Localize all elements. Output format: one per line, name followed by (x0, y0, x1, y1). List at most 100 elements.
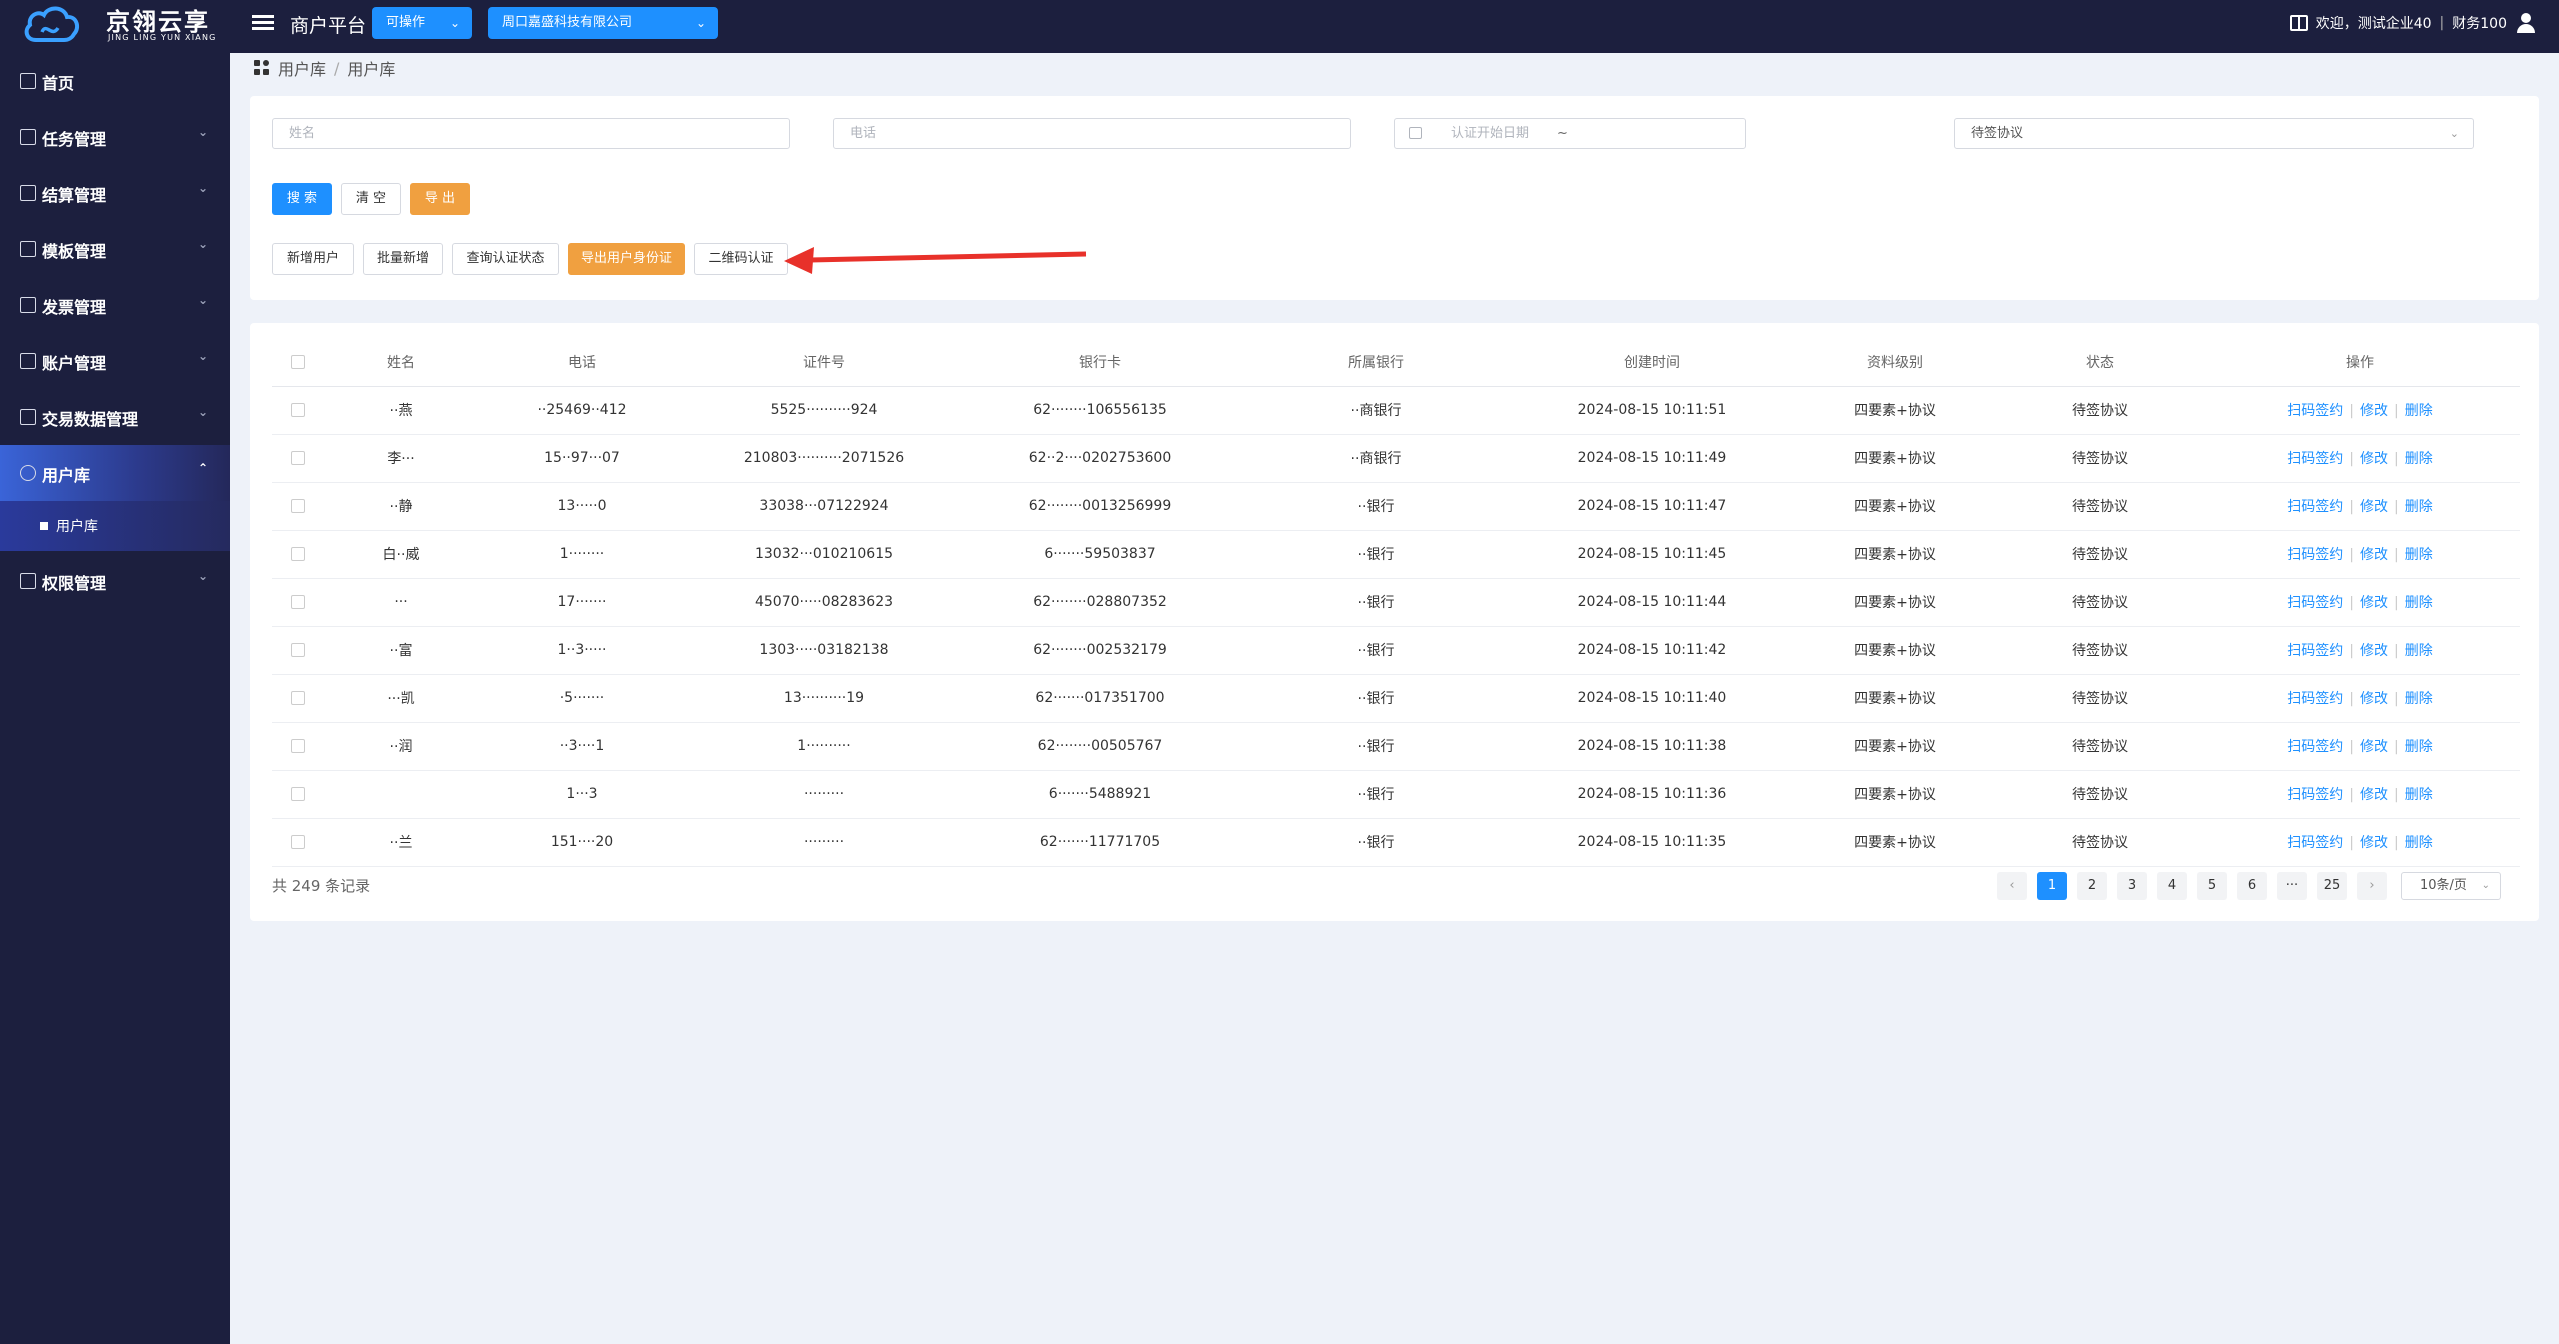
scan-sign-link[interactable]: 扫码签约 (2287, 691, 2343, 707)
delete-link[interactable]: 删除 (2405, 451, 2433, 467)
row-select-cell[interactable] (272, 530, 324, 579)
row-checkbox[interactable] (291, 403, 305, 417)
export-button[interactable]: 导 出 (410, 183, 470, 215)
edit-link[interactable]: 修改 (2360, 451, 2388, 467)
scan-sign-link[interactable]: 扫码签约 (2287, 547, 2343, 563)
row-checkbox[interactable] (291, 739, 305, 753)
name-cell: ···凯 (324, 674, 478, 723)
status-select[interactable]: 待签协议 ⌄ (1954, 118, 2474, 149)
sidebar-item-permissions[interactable]: 权限管理 ⌄ (0, 553, 230, 609)
name-cell: ··润 (324, 722, 478, 771)
row-checkbox[interactable] (291, 787, 305, 801)
company-select[interactable]: 周口嘉盛科技有限公司 ⌄ (488, 7, 718, 39)
prev-page-button[interactable]: ‹ (1997, 872, 2027, 900)
sidebar-item-settlement[interactable]: 结算管理 ⌄ (0, 165, 230, 221)
delete-link[interactable]: 删除 (2405, 691, 2433, 707)
clear-button[interactable]: 清 空 (341, 183, 401, 215)
page-button[interactable]: 4 (2157, 872, 2187, 900)
breadcrumb-item[interactable]: 用户库 (278, 56, 326, 80)
action-separator: | (2394, 547, 2399, 563)
query-auth-status-button[interactable]: 查询认证状态 (452, 243, 559, 275)
user-table: 姓名 电话 证件号 银行卡 所属银行 创建时间 资料级别 状态 操作 ··燕 ··… (272, 339, 2520, 867)
search-button[interactable]: 搜 索 (272, 183, 332, 215)
edit-link[interactable]: 修改 (2360, 835, 2388, 851)
row-select-cell[interactable] (272, 626, 324, 675)
row-checkbox[interactable] (291, 643, 305, 657)
table-row: ···凯 ·5······· 13··········19 62·······0173… (272, 674, 2520, 723)
delete-link[interactable]: 删除 (2405, 739, 2433, 755)
page-button[interactable]: 6 (2237, 872, 2267, 900)
delete-link[interactable]: 删除 (2405, 787, 2433, 803)
row-checkbox[interactable] (291, 547, 305, 561)
delete-link[interactable]: 删除 (2405, 835, 2433, 851)
phone-input[interactable]: 电话 (833, 118, 1351, 149)
sidebar-subitem-user-library[interactable]: 用户库 (0, 501, 230, 551)
name-input[interactable]: 姓名 (272, 118, 790, 149)
sidebar-item-templates[interactable]: 模板管理 ⌄ (0, 221, 230, 277)
edit-link[interactable]: 修改 (2360, 787, 2388, 803)
row-checkbox[interactable] (291, 451, 305, 465)
add-user-button[interactable]: 新增用户 (272, 243, 354, 275)
edit-link[interactable]: 修改 (2360, 643, 2388, 659)
scan-sign-link[interactable]: 扫码签约 (2287, 595, 2343, 611)
row-select-cell[interactable] (272, 578, 324, 627)
delete-link[interactable]: 删除 (2405, 595, 2433, 611)
page-ellipsis[interactable]: ··· (2277, 872, 2307, 900)
annotation-arrow-icon (784, 247, 1087, 274)
edit-link[interactable]: 修改 (2360, 595, 2388, 611)
edit-link[interactable]: 修改 (2360, 739, 2388, 755)
row-select-cell[interactable] (272, 434, 324, 483)
scan-sign-link[interactable]: 扫码签约 (2287, 643, 2343, 659)
export-id-card-button[interactable]: 导出用户身份证 (568, 243, 685, 275)
sidebar-item-user-library[interactable]: 用户库 ⌃ (0, 445, 230, 501)
delete-link[interactable]: 删除 (2405, 643, 2433, 659)
select-all-cell[interactable] (272, 339, 324, 387)
row-select-cell[interactable] (272, 722, 324, 771)
row-select-cell[interactable] (272, 386, 324, 435)
page-button[interactable]: 3 (2117, 872, 2147, 900)
sidebar-item-tasks[interactable]: 任务管理 ⌄ (0, 109, 230, 165)
row-checkbox[interactable] (291, 835, 305, 849)
scan-sign-link[interactable]: 扫码签约 (2287, 403, 2343, 419)
user-name[interactable]: 财务100 (2452, 13, 2507, 33)
scan-sign-link[interactable]: 扫码签约 (2287, 787, 2343, 803)
row-checkbox[interactable] (291, 691, 305, 705)
operate-select[interactable]: 可操作 ⌄ (372, 7, 472, 39)
scan-sign-link[interactable]: 扫码签约 (2287, 499, 2343, 515)
next-page-button[interactable]: › (2357, 872, 2387, 900)
sidebar-item-accounts[interactable]: 账户管理 ⌄ (0, 333, 230, 389)
sidebar-item-invoices[interactable]: 发票管理 ⌄ (0, 277, 230, 333)
page-button[interactable]: 2 (2077, 872, 2107, 900)
edit-link[interactable]: 修改 (2360, 691, 2388, 707)
select-all-checkbox[interactable] (291, 355, 305, 370)
row-checkbox[interactable] (291, 595, 305, 609)
page-size-select[interactable]: 10条/页 ⌄ (2401, 872, 2501, 900)
qr-auth-button[interactable]: 二维码认证 (694, 243, 788, 275)
status-cell: 待签协议 (2000, 482, 2200, 531)
scan-sign-link[interactable]: 扫码签约 (2287, 835, 2343, 851)
row-select-cell[interactable] (272, 674, 324, 723)
delete-link[interactable]: 删除 (2405, 403, 2433, 419)
date-range-picker[interactable]: 认证开始日期 ~ (1394, 118, 1746, 149)
row-select-cell[interactable] (272, 770, 324, 819)
page-button[interactable]: 25 (2317, 872, 2347, 900)
edit-link[interactable]: 修改 (2360, 547, 2388, 563)
sidebar-item-transactions[interactable]: 交易数据管理 ⌄ (0, 389, 230, 445)
edit-link[interactable]: 修改 (2360, 499, 2388, 515)
page-button[interactable]: 1 (2037, 872, 2067, 900)
row-checkbox[interactable] (291, 499, 305, 513)
row-select-cell[interactable] (272, 818, 324, 867)
edit-link[interactable]: 修改 (2360, 403, 2388, 419)
scan-sign-link[interactable]: 扫码签约 (2287, 451, 2343, 467)
batch-add-button[interactable]: 批量新增 (363, 243, 443, 275)
scan-sign-link[interactable]: 扫码签约 (2287, 739, 2343, 755)
delete-link[interactable]: 删除 (2405, 547, 2433, 563)
row-select-cell[interactable] (272, 482, 324, 531)
menu-toggle-icon[interactable] (252, 12, 276, 36)
sidebar-item-home[interactable]: 首页 (0, 53, 230, 109)
page-button[interactable]: 5 (2197, 872, 2227, 900)
book-icon[interactable] (2289, 15, 2308, 31)
name-cell: ··兰 (324, 818, 478, 867)
user-avatar-icon[interactable] (2515, 12, 2537, 34)
delete-link[interactable]: 删除 (2405, 499, 2433, 515)
